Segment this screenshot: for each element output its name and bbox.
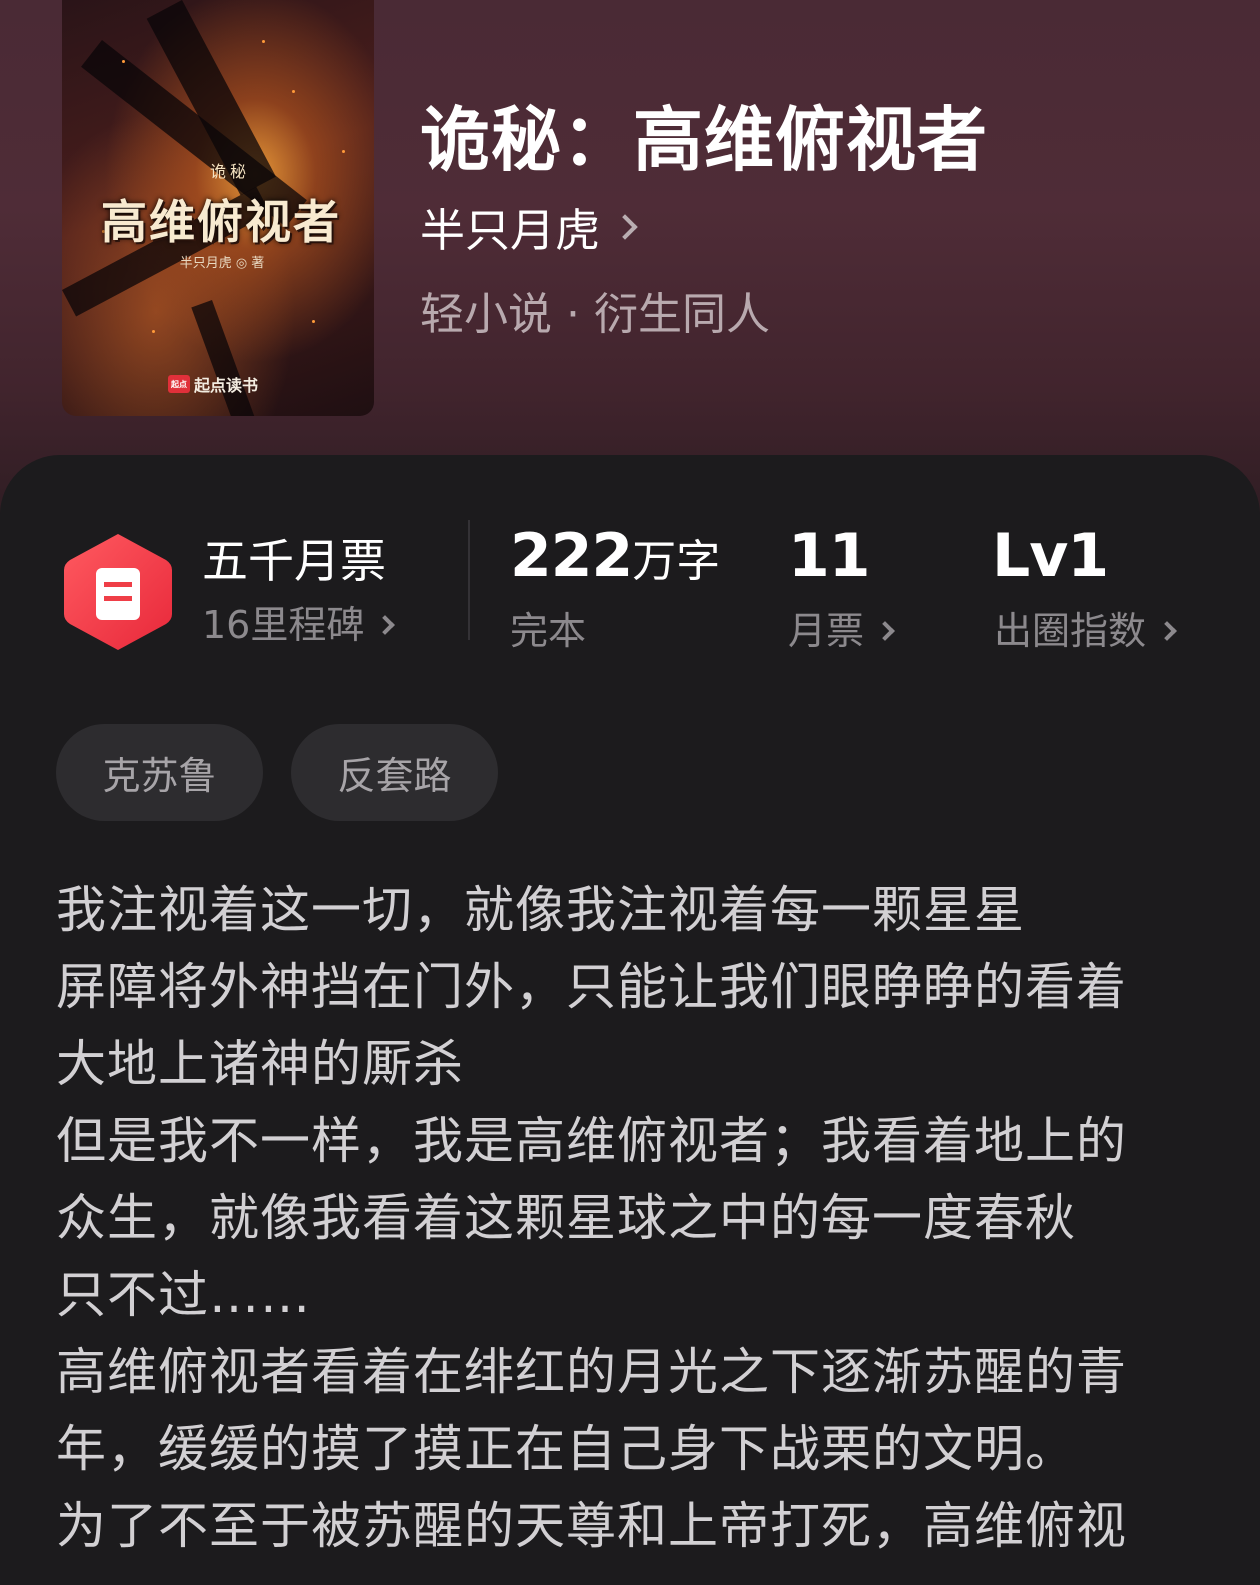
synopsis-line: 大地上诸神的厮杀	[56, 1035, 464, 1093]
word-count: 222万字	[510, 526, 720, 586]
word-count-unit: 万字	[632, 536, 721, 587]
synopsis-line: 只不过……	[56, 1266, 311, 1324]
chevron-right-icon	[1157, 621, 1177, 641]
synopsis-line: 高维俯视者看着在绯红的月光之下逐渐苏醒的青	[56, 1343, 1127, 1401]
synopsis-line: 年，缓缓的摸了摸正在自己身下战栗的文明。	[56, 1420, 1076, 1478]
book-genre: 轻小说 · 衍生同人	[420, 289, 770, 340]
chevron-right-icon	[612, 213, 638, 240]
synopsis-line: 众生，就像我看着这颗星球之中的每一度春秋	[56, 1189, 1076, 1247]
author-link[interactable]: 半只月虎	[420, 194, 638, 259]
stats-divider	[468, 520, 470, 640]
book-title: 诡秘：高维俯视者	[420, 98, 988, 181]
synopsis-line: 我注视着这一切，就像我注视着每一颗星星	[56, 881, 1025, 939]
completion-status: 完本	[510, 612, 586, 650]
circle-level: Lv1	[992, 526, 1109, 586]
book-header: 诡秘 高维俯视者 半只月虎 ◎ 著 起点 起点读书 诡秘：高维俯视者 半只月虎 …	[0, 0, 1260, 520]
circle-index-link[interactable]: 出圈指数	[994, 609, 1177, 653]
circle-level-value: Lv1	[992, 521, 1109, 591]
cover-brand-label: 起点读书	[194, 376, 259, 395]
cover-author: 半只月虎 ◎ 著	[179, 256, 265, 271]
book-detail-page: 诡秘 高维俯视者 半只月虎 ◎ 著 起点 起点读书 诡秘：高维俯视者 半只月虎 …	[0, 0, 1260, 1585]
monthly-ticket-title: 五千月票	[202, 534, 386, 588]
milestone-label: 16里程碑	[202, 603, 365, 647]
chevron-right-icon	[375, 615, 396, 635]
ticket-count-number: 11	[788, 521, 870, 591]
synopsis-line: 为了不至于被苏醒的天尊和上帝打死，高维俯视	[56, 1497, 1127, 1555]
milestone-link[interactable]: 16里程碑	[202, 603, 396, 647]
author-name: 半只月虎	[420, 204, 601, 257]
synopsis-line: 屏障将外神挡在门外，只能让我们眼睁睁的看着	[56, 958, 1127, 1016]
word-count-number: 222	[510, 521, 633, 591]
completion-status-label: 完本	[510, 609, 587, 653]
brand-logo-icon: 起点	[168, 375, 190, 393]
synopsis[interactable]: 我注视着这一切，就像我注视着每一颗星星 屏障将外神挡在门外，只能让我们眼睁睁的看…	[56, 872, 1186, 1565]
book-cover[interactable]: 诡秘 高维俯视者 半只月虎 ◎ 著 起点 起点读书	[62, 0, 374, 416]
monthly-vote-label: 月票	[788, 609, 865, 653]
synopsis-line: 但是我不一样，我是高维俯视者；我看着地上的	[56, 1112, 1127, 1170]
ticket-hexagon-icon[interactable]	[62, 530, 174, 654]
tag-chip[interactable]: 反套路	[291, 724, 498, 821]
tag-chip[interactable]: 克苏鲁	[56, 724, 263, 821]
chevron-right-icon	[875, 621, 895, 641]
ticket-count: 11	[788, 526, 870, 586]
cover-title: 高维俯视者	[101, 195, 341, 249]
monthly-vote-link[interactable]: 月票	[788, 609, 895, 653]
circle-index-label: 出圈指数	[994, 609, 1147, 653]
cover-small-title: 诡秘	[209, 162, 250, 181]
cover-brand: 起点 起点读书	[168, 372, 258, 396]
